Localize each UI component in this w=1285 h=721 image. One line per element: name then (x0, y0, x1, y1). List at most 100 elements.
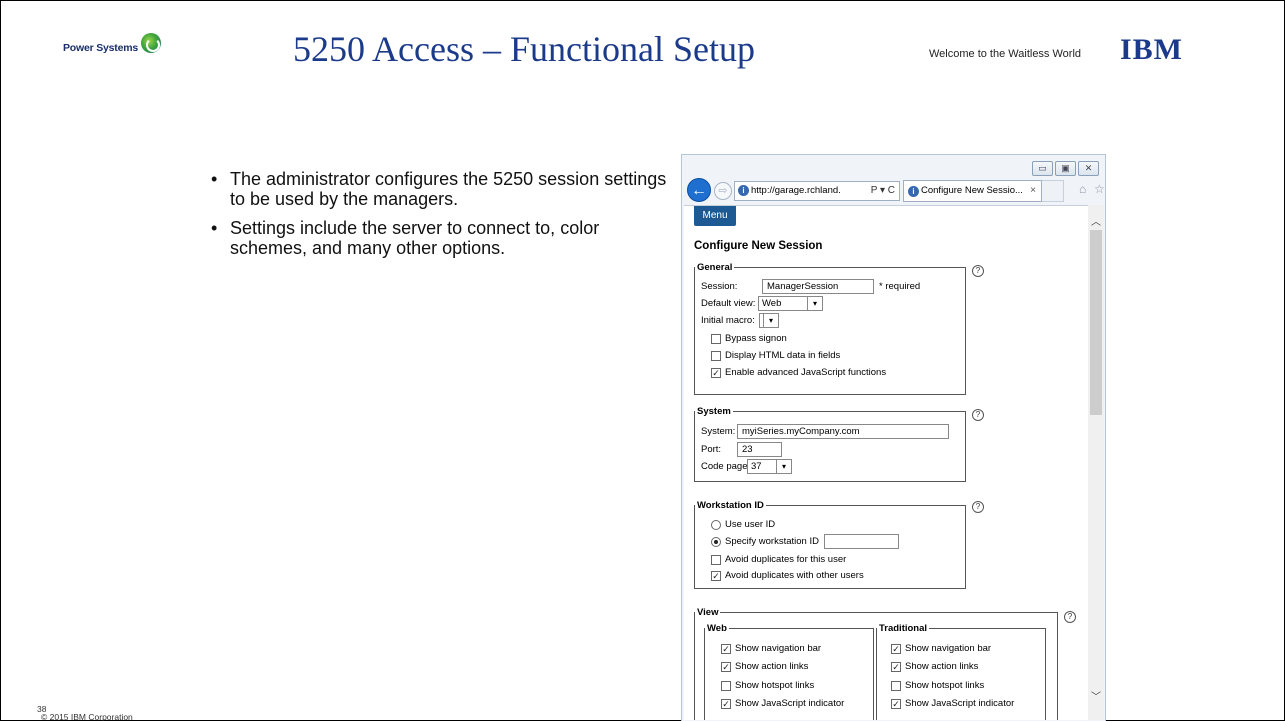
system-input[interactable]: myiSeries.myCompany.com (737, 424, 949, 439)
system-help-icon[interactable]: ? (972, 409, 984, 421)
window-controls: ▭ ▣ ✕ (1030, 161, 1099, 176)
checkbox[interactable] (711, 350, 721, 361)
browser-nav-bar: ← ⇨ i http://garage.rchland. Ρ ▾ C i Con… (682, 177, 1105, 205)
check-enable-js[interactable]: ✓ Enable advanced JavaScript functions (711, 367, 886, 378)
radio-button-selected[interactable] (711, 536, 721, 547)
check-label: Show action links (905, 661, 979, 672)
home-icon[interactable]: ⌂ (1079, 182, 1086, 196)
tab-favicon-icon: i (908, 186, 919, 197)
radio-specify-id[interactable]: Specify workstation ID (711, 534, 899, 549)
chevron-down-icon: ▾ (776, 460, 791, 473)
chevron-down-icon: ▾ (807, 297, 822, 310)
default-view-select[interactable]: Web ▾ (758, 296, 823, 311)
checkbox-checked[interactable]: ✓ (891, 643, 901, 654)
view-help-icon[interactable]: ? (1064, 611, 1076, 623)
check-label: Show hotspot links (735, 680, 815, 691)
checkbox-checked[interactable]: ✓ (721, 661, 731, 672)
page-content: Menu Configure New Session General ? Ses… (684, 205, 1088, 720)
check-label: Avoid duplicates with other users (725, 570, 864, 581)
checkbox-checked[interactable]: ✓ (711, 367, 721, 378)
trad-check-hotspot[interactable]: Show hotspot links (891, 680, 984, 691)
radio-use-user-id[interactable]: Use user ID (711, 519, 775, 530)
traditional-legend: Traditional (879, 623, 928, 634)
session-input[interactable]: ManagerSession (762, 279, 874, 294)
trad-check-js[interactable]: ✓ Show JavaScript indicator (891, 698, 1014, 709)
menu-button[interactable]: Menu (694, 206, 736, 226)
address-bar[interactable]: i http://garage.rchland. Ρ ▾ C (734, 181, 900, 201)
check-label: Avoid duplicates for this user (725, 554, 847, 565)
radio-button[interactable] (711, 519, 721, 530)
checkbox-checked[interactable]: ✓ (891, 661, 901, 672)
general-help-icon[interactable]: ? (972, 265, 984, 277)
checkbox[interactable] (891, 680, 901, 691)
browser-tab[interactable]: i Configure New Sessio... × (903, 180, 1042, 202)
general-legend: General (697, 262, 733, 273)
minimize-icon[interactable]: ▭ (1032, 161, 1053, 176)
default-view-row: Default view: Web ▾ (701, 296, 823, 311)
system-label: System: (701, 426, 736, 437)
checkbox-checked[interactable]: ✓ (891, 698, 901, 709)
port-label: Port: (701, 444, 722, 455)
checkbox[interactable] (711, 333, 721, 344)
codepage-select[interactable]: 37 ▾ (747, 459, 792, 474)
back-arrow-icon[interactable]: ← (687, 178, 711, 202)
web-check-js[interactable]: ✓ Show JavaScript indicator (721, 698, 844, 709)
search-refresh-icon[interactable]: Ρ ▾ C (871, 182, 895, 200)
codepage-label: Code page: (701, 461, 751, 472)
initial-macro-select[interactable]: ▾ (759, 313, 779, 328)
check-avoid-dup-user[interactable]: Avoid duplicates for this user (711, 554, 846, 565)
codepage-row: Code page: 37 ▾ (701, 459, 792, 474)
checkbox[interactable] (711, 554, 721, 565)
radio-label: Use user ID (725, 519, 776, 530)
page-heading: Configure New Session (694, 240, 823, 252)
copyright: © 2015 IBM Corporation (41, 712, 133, 721)
browser-window: ▭ ▣ ✕ ← ⇨ i http://garage.rchland. Ρ ▾ C… (681, 154, 1106, 721)
view-legend: View (697, 607, 719, 618)
scroll-down-icon[interactable]: ﹀ (1088, 688, 1104, 703)
workstation-help-icon[interactable]: ? (972, 501, 984, 513)
codepage-value: 37 (751, 461, 762, 472)
check-display-html[interactable]: Display HTML data in fields (711, 350, 840, 361)
workstation-legend: Workstation ID (697, 500, 764, 511)
ibm-logo-text: IBM (1120, 33, 1183, 66)
session-label: Session: (701, 281, 738, 292)
favorites-star-icon[interactable]: ☆ (1094, 182, 1105, 196)
required-note: * required (879, 281, 921, 292)
brand-text: Power Systems (63, 42, 139, 54)
forward-arrow-icon[interactable]: ⇨ (714, 182, 732, 200)
ibm-logo: IBM (1120, 33, 1212, 66)
tab-close-icon[interactable]: × (1030, 181, 1036, 201)
check-label: Show hotspot links (905, 680, 985, 691)
trad-check-action[interactable]: ✓ Show action links (891, 661, 978, 672)
check-label: Show navigation bar (905, 643, 992, 654)
check-label: Enable advanced JavaScript functions (725, 367, 887, 378)
initial-macro-row: Initial macro: ▾ (701, 313, 779, 328)
checkbox-checked[interactable]: ✓ (721, 698, 731, 709)
trad-check-nav[interactable]: ✓ Show navigation bar (891, 643, 991, 654)
web-check-hotspot[interactable]: Show hotspot links (721, 680, 814, 691)
check-label: Bypass signon (725, 333, 787, 344)
checkbox-checked[interactable]: ✓ (711, 570, 721, 581)
web-check-action[interactable]: ✓ Show action links (721, 661, 808, 672)
checkbox[interactable] (721, 680, 731, 691)
port-input[interactable]: 23 (737, 442, 782, 457)
check-label: Show navigation bar (735, 643, 822, 654)
vertical-scrollbar[interactable]: ︿ ﹀ (1088, 205, 1104, 720)
scroll-thumb[interactable] (1090, 230, 1102, 415)
new-tab-button[interactable] (1042, 180, 1064, 202)
power-systems-logo-icon (141, 33, 162, 53)
bullet-list: The administrator configures the 5250 se… (211, 169, 671, 267)
default-view-label: Default view: (701, 298, 756, 309)
check-label: Display HTML data in fields (725, 350, 841, 361)
check-label: Show JavaScript indicator (905, 698, 1015, 709)
check-avoid-dup-others[interactable]: ✓ Avoid duplicates with other users (711, 570, 864, 581)
check-bypass-signon[interactable]: Bypass signon (711, 333, 787, 344)
power-systems-brand: Power Systems (63, 33, 162, 60)
restore-icon[interactable]: ▣ (1055, 161, 1076, 176)
web-check-nav[interactable]: ✓ Show navigation bar (721, 643, 821, 654)
session-row: Session: ManagerSession * required (701, 279, 920, 294)
checkbox-checked[interactable]: ✓ (721, 643, 731, 654)
close-window-icon[interactable]: ✕ (1078, 161, 1099, 176)
scroll-up-icon[interactable]: ︿ (1088, 213, 1104, 228)
workstation-id-input[interactable] (823, 534, 899, 549)
